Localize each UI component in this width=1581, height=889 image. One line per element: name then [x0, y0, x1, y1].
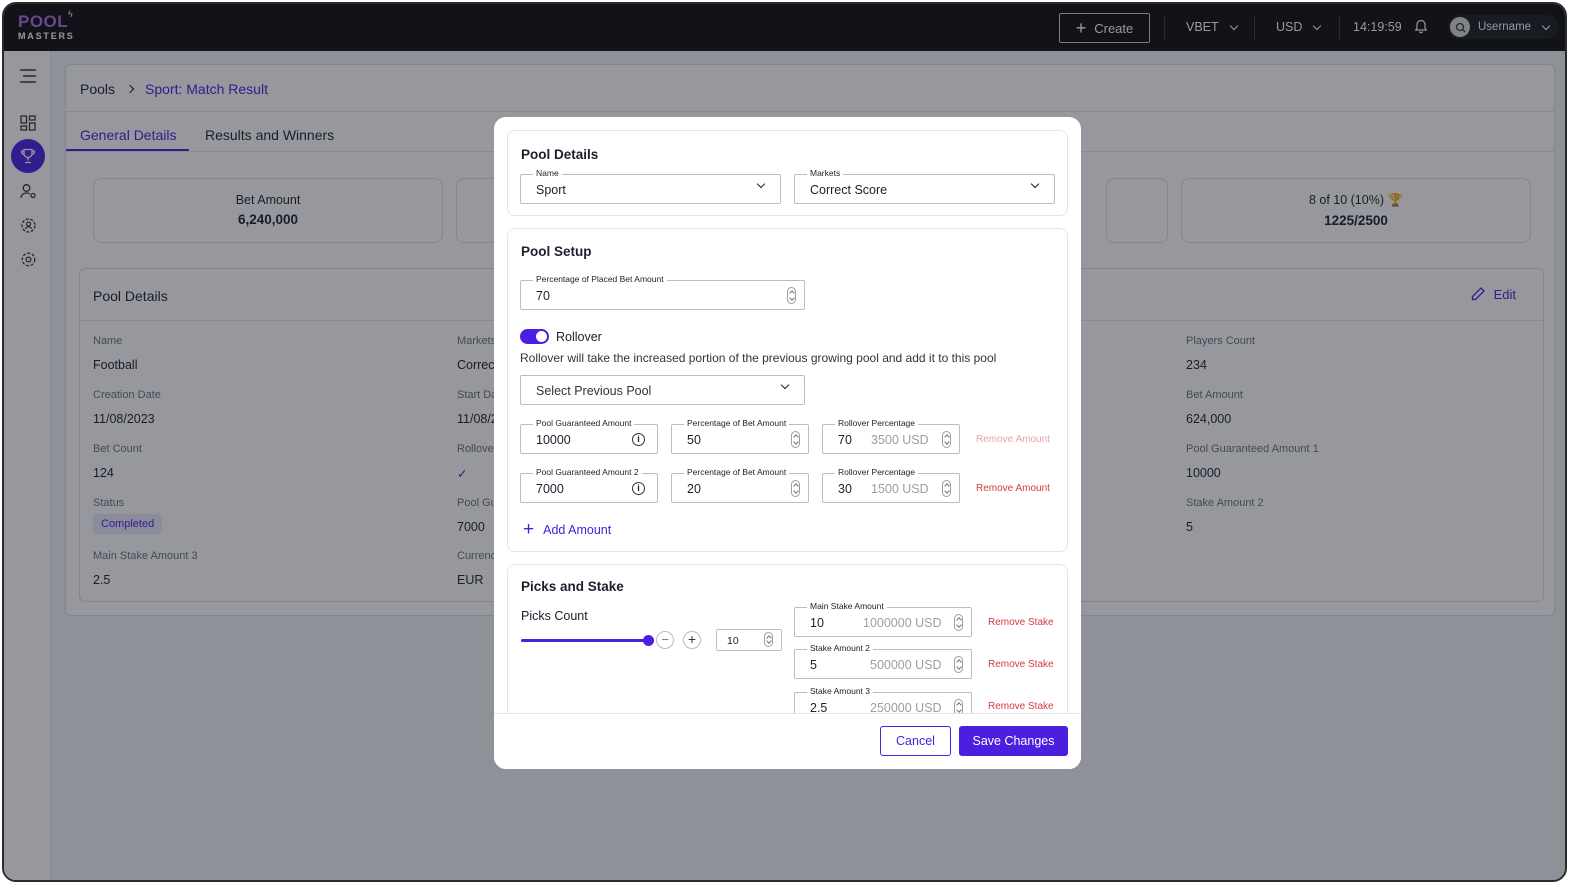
- stake-input[interactable]: Stake Amount 2 5 500000 USD: [794, 643, 972, 679]
- section-title: Pool Details: [521, 147, 599, 162]
- field-label: Pool Guaranteed Amount 2: [533, 467, 642, 477]
- field-label: Main Stake Amount: [807, 601, 887, 611]
- pct-placed-bet-input[interactable]: Percentage of Placed Bet Amount 70: [520, 274, 805, 310]
- chevron-down-icon: [1030, 179, 1040, 189]
- pct-bet-amount-input[interactable]: Percentage of Bet Amount 20: [671, 467, 809, 503]
- field-label: Rollover Percentage: [835, 467, 919, 477]
- pct-placed-label: Percentage of Placed Bet Amount: [533, 274, 667, 284]
- info-icon[interactable]: i: [632, 482, 645, 495]
- rollover-usd: 1500 USD: [871, 482, 929, 496]
- field-label: Stake Amount 2: [807, 643, 874, 653]
- markets-select[interactable]: Markets Correct Score: [794, 168, 1055, 204]
- modal-scroll-area[interactable]: Pool Details Name Sport Markets Correct …: [494, 117, 1081, 713]
- section-title: Pool Setup: [521, 244, 592, 259]
- section-title: Picks and Stake: [521, 579, 624, 594]
- field-value: 20: [687, 482, 701, 496]
- rollover-description: Rollover will take the increased portion…: [520, 351, 997, 365]
- rollover-label: Rollover: [556, 330, 602, 344]
- chevron-down-icon: [780, 380, 790, 390]
- stake-usd: 250000 USD: [870, 701, 942, 713]
- rollover-pct-input[interactable]: Rollover Percentage 30 1500 USD: [822, 467, 960, 503]
- stepper-icon[interactable]: [942, 480, 951, 497]
- stepper-icon[interactable]: [791, 480, 800, 497]
- field-value: 10000: [536, 433, 571, 447]
- field-value: 50: [687, 433, 701, 447]
- field-label: Pool Guaranteed Amount: [533, 418, 635, 428]
- guaranteed-amount-input[interactable]: Pool Guaranteed Amount 2 7000 i: [520, 467, 658, 503]
- chevron-down-icon: [756, 179, 766, 189]
- guaranteed-amount-input[interactable]: Pool Guaranteed Amount 10000 i: [520, 418, 658, 454]
- cancel-button[interactable]: Cancel: [880, 726, 951, 756]
- name-select[interactable]: Name Sport: [520, 168, 781, 204]
- stepper-icon[interactable]: [954, 656, 963, 673]
- markets-value: Correct Score: [810, 183, 888, 197]
- previous-pool-select[interactable]: Select Previous Pool: [520, 375, 805, 405]
- field-value: 70: [838, 433, 852, 447]
- stake-usd: 1000000 USD: [863, 616, 942, 630]
- field-label: Percentage of Bet Amount: [684, 418, 790, 428]
- picks-count-value: 10: [727, 635, 739, 647]
- pool-details-section: Pool Details Name Sport Markets Correct …: [507, 130, 1068, 216]
- field-label: Percentage of Bet Amount: [684, 467, 790, 477]
- stepper-icon[interactable]: [791, 431, 800, 448]
- plus-icon[interactable]: +: [683, 631, 701, 649]
- field-value: 30: [838, 482, 852, 496]
- save-changes-button[interactable]: Save Changes: [959, 726, 1068, 756]
- modal-footer: Cancel Save Changes: [494, 713, 1081, 769]
- rollover-toggle[interactable]: [520, 329, 549, 344]
- app-window: POOL MASTERS ϟ + Create VBET USD 14:19:5…: [2, 2, 1567, 882]
- remove-amount-button[interactable]: Remove Amount: [976, 483, 1050, 494]
- remove-stake-button[interactable]: Remove Stake: [988, 617, 1054, 628]
- picks-count-label: Picks Count: [521, 609, 588, 623]
- picks-stake-section: Picks and Stake Picks Count − + 10 Main …: [507, 564, 1068, 713]
- field-label: Stake Amount 3: [807, 686, 874, 696]
- stepper-icon[interactable]: [942, 431, 951, 448]
- name-value: Sport: [536, 183, 566, 197]
- previous-pool-placeholder: Select Previous Pool: [536, 384, 652, 398]
- pct-placed-value: 70: [536, 289, 550, 303]
- field-label: Rollover Percentage: [835, 418, 919, 428]
- rollover-usd: 3500 USD: [871, 433, 929, 447]
- stepper-icon[interactable]: [787, 287, 796, 304]
- field-value: 7000: [536, 482, 564, 496]
- remove-stake-button[interactable]: Remove Stake: [988, 659, 1054, 670]
- remove-stake-button[interactable]: Remove Stake: [988, 701, 1054, 712]
- stake-usd: 500000 USD: [870, 658, 942, 672]
- field-value: 5: [810, 658, 817, 672]
- pool-setup-section: Pool Setup Percentage of Placed Bet Amou…: [507, 228, 1068, 552]
- picks-count-input[interactable]: 10: [716, 629, 782, 651]
- plus-icon: +: [523, 519, 535, 540]
- picks-slider-track[interactable]: [521, 635, 654, 646]
- add-amount-button[interactable]: + Add Amount: [523, 520, 611, 539]
- info-icon[interactable]: i: [632, 433, 645, 446]
- stake-input[interactable]: Stake Amount 3 2.5 250000 USD: [794, 686, 972, 713]
- minus-icon[interactable]: −: [656, 631, 674, 649]
- stepper-icon[interactable]: [954, 614, 963, 631]
- add-amount-label: Add Amount: [543, 522, 612, 537]
- stepper-icon[interactable]: [764, 632, 773, 647]
- stepper-icon[interactable]: [954, 699, 963, 713]
- remove-amount-button[interactable]: Remove Amount: [976, 434, 1050, 445]
- pct-bet-amount-input[interactable]: Percentage of Bet Amount 50: [671, 418, 809, 454]
- edit-pool-modal: Pool Details Name Sport Markets Correct …: [494, 117, 1081, 769]
- rollover-pct-input[interactable]: Rollover Percentage 70 3500 USD: [822, 418, 960, 454]
- stake-input[interactable]: Main Stake Amount 10 1000000 USD: [794, 601, 972, 637]
- name-label: Name: [533, 168, 562, 178]
- picks-slider-fill: [521, 639, 648, 642]
- field-value: 10: [810, 616, 824, 630]
- field-value: 2.5: [810, 701, 828, 713]
- markets-label: Markets: [807, 168, 844, 178]
- picks-slider-thumb[interactable]: [643, 635, 654, 646]
